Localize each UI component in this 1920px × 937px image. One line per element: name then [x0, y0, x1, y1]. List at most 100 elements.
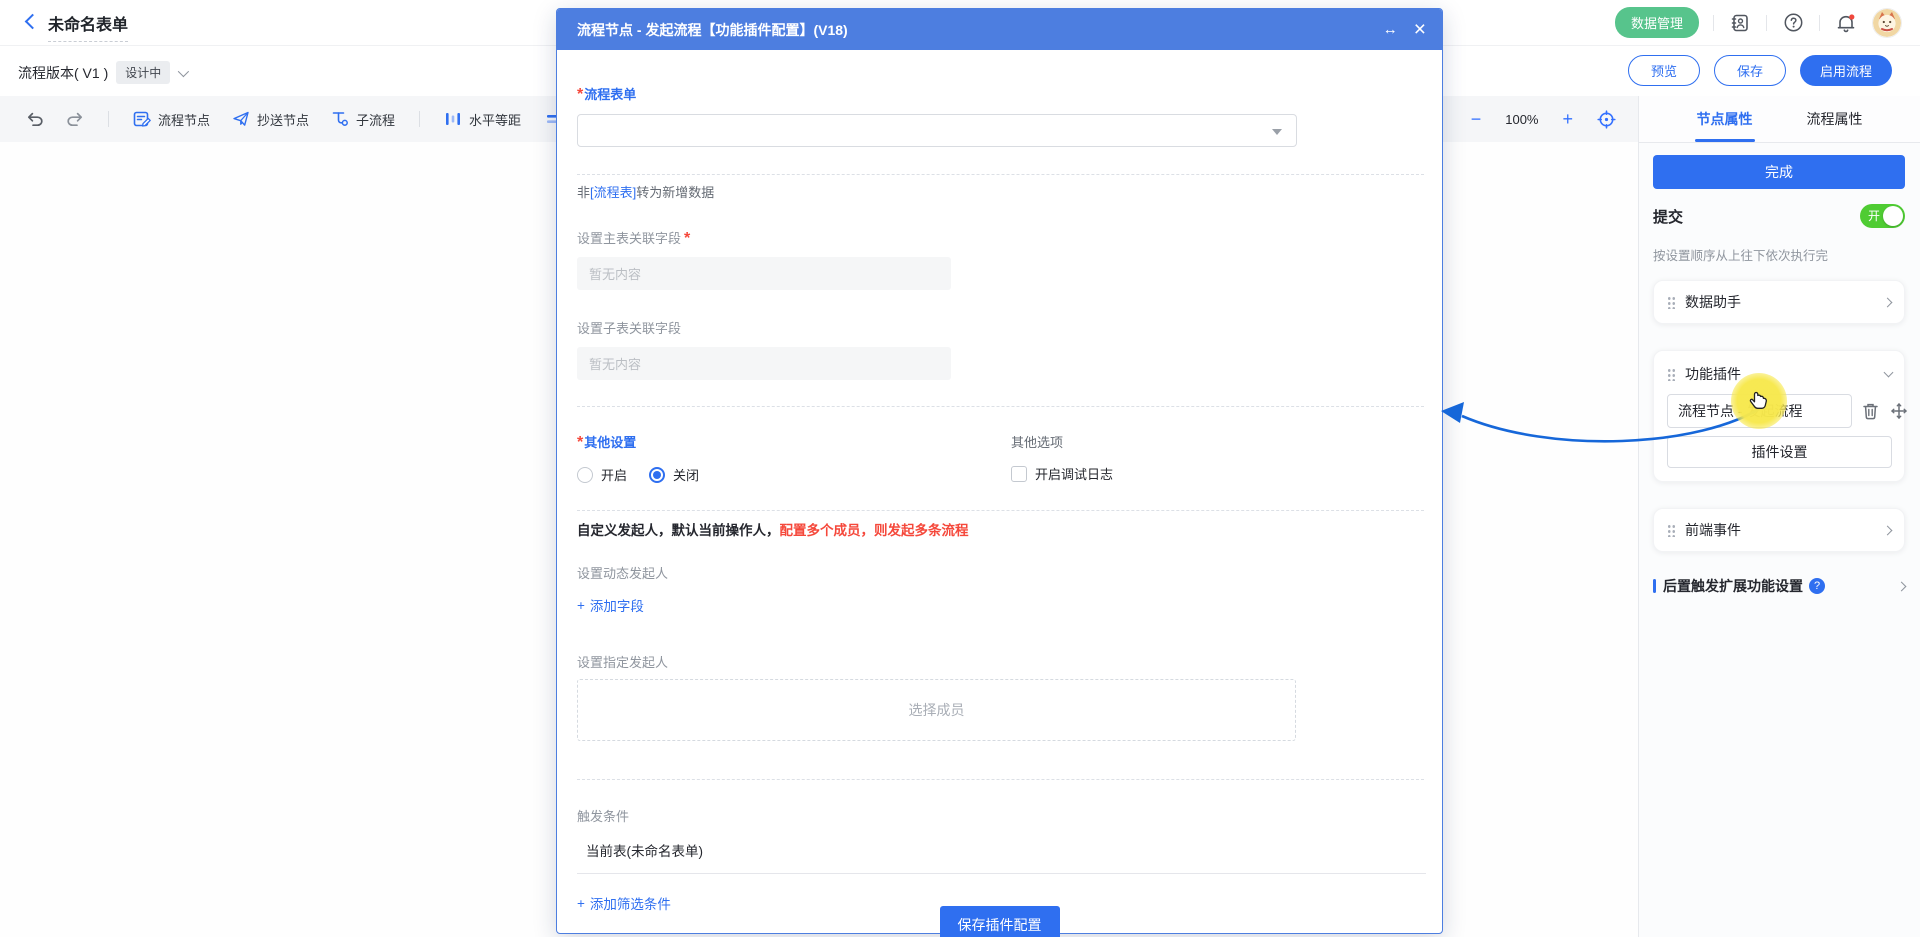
radio-open[interactable]: [577, 467, 593, 483]
add-filter-link[interactable]: + 添加筛选条件: [577, 893, 671, 913]
chevron-right-icon: [1883, 525, 1893, 535]
tab-flow-properties[interactable]: 流程属性: [1807, 96, 1863, 142]
required-asterisk: *: [577, 86, 583, 103]
data-manage-button[interactable]: 数据管理: [1615, 7, 1699, 38]
plugin-card-header[interactable]: 功能插件: [1667, 363, 1892, 385]
sub-relation-label: 设置子表关联字段: [577, 321, 681, 336]
execution-order-note: 按设置顺序从上往下依次执行完: [1653, 245, 1905, 264]
back-button[interactable]: [22, 13, 40, 31]
assigned-initiator-label: 设置指定发起人: [577, 652, 1424, 671]
required-asterisk: *: [684, 230, 690, 247]
chevron-right-icon: [1897, 581, 1907, 591]
post-trigger-settings[interactable]: 后置触发扩展功能设置 ?: [1653, 576, 1905, 596]
save-plugin-config-button[interactable]: 保存插件配置: [940, 906, 1060, 937]
modal-title: 流程节点 - 发起流程【功能插件配置】(V18): [577, 20, 1367, 40]
h-distribute-icon: [444, 110, 462, 128]
card-function-plugin: 功能插件 流程节点 - 发起流程 插件设置: [1653, 350, 1905, 482]
flow-form-label: 流程表单: [584, 87, 636, 102]
flow-form-select[interactable]: [577, 114, 1297, 147]
expand-icon[interactable]: ↔: [1383, 22, 1398, 37]
toolbar-h-distribute[interactable]: 水平等距: [438, 106, 527, 133]
locate-target-icon[interactable]: [1597, 110, 1616, 129]
plugin-settings-button[interactable]: 插件设置: [1667, 436, 1892, 468]
undo-icon: [26, 111, 44, 127]
toggle-knob: [1883, 206, 1903, 226]
divider: [108, 111, 109, 127]
modal-header[interactable]: 流程节点 - 发起流程【功能插件配置】(V18) ↔ ×: [557, 9, 1442, 50]
main-relation-field[interactable]: 暂无内容: [577, 257, 951, 290]
trigger-table-value[interactable]: 当前表(未命名表单): [577, 835, 1426, 874]
notification-bell-icon[interactable]: [1834, 11, 1858, 35]
card-frontend-events[interactable]: 前端事件: [1653, 508, 1905, 552]
chevron-down-icon[interactable]: [178, 65, 189, 76]
help-icon[interactable]: [1781, 11, 1805, 35]
cc-node-icon: [232, 110, 250, 128]
flow-table-link[interactable]: [流程表]: [590, 185, 636, 200]
move-handle-icon[interactable]: [1890, 402, 1908, 420]
toggle-on-label: 开: [1868, 209, 1880, 223]
subflow-icon: [331, 110, 349, 128]
enable-flow-button[interactable]: 启用流程: [1800, 55, 1892, 86]
toolbar-cc-node[interactable]: 抄送节点: [226, 106, 315, 133]
page-title[interactable]: 未命名表单: [48, 11, 128, 42]
dropdown-caret-icon: [1272, 129, 1282, 135]
flow-node-icon: [133, 110, 151, 128]
dashed-divider: [577, 174, 1424, 175]
help-question-icon[interactable]: ?: [1809, 578, 1825, 594]
add-field-link[interactable]: + 添加字段: [577, 595, 644, 615]
drag-handle-icon[interactable]: [1667, 524, 1676, 537]
custom-initiator-note: 自定义发起人，默认当前操作人，配置多个成员，则发起多条流程: [577, 519, 1424, 539]
plus-icon: +: [577, 598, 585, 613]
tab-node-properties[interactable]: 节点属性: [1697, 96, 1753, 142]
divider: [1766, 15, 1767, 31]
convert-note: 非[流程表]转为新增数据: [577, 182, 1424, 201]
done-button[interactable]: 完成: [1653, 155, 1905, 189]
drag-handle-icon[interactable]: [1667, 368, 1676, 381]
radio-close[interactable]: [649, 467, 665, 483]
radio-close-label[interactable]: 关闭: [673, 465, 699, 484]
other-options-label: 其他选项: [1011, 432, 1113, 451]
zoom-out-button[interactable]: −: [1471, 110, 1482, 128]
delete-trash-icon[interactable]: [1862, 402, 1880, 420]
app-root: 未命名表单 数据管理 流程版本( V1 ) 设计中: [0, 0, 1920, 937]
plugin-item[interactable]: 流程节点 - 发起流程: [1667, 394, 1852, 428]
submit-toggle[interactable]: 开: [1860, 204, 1905, 228]
plus-icon: +: [577, 896, 585, 911]
properties-panel: 节点属性 流程属性 完成 提交 开 按设置顺序从上往下依次执行完 数据助手: [1638, 96, 1920, 937]
section-bar: [1653, 579, 1656, 593]
zoom-in-button[interactable]: +: [1562, 110, 1573, 128]
required-asterisk: *: [577, 434, 583, 451]
undo-button[interactable]: [20, 107, 50, 131]
contacts-icon[interactable]: [1728, 11, 1752, 35]
main-relation-label: 设置主表关联字段: [577, 231, 681, 246]
debug-log-label[interactable]: 开启调试日志: [1035, 464, 1113, 483]
drag-handle-icon[interactable]: [1667, 296, 1676, 309]
dashed-divider: [577, 510, 1424, 511]
save-button[interactable]: 保存: [1714, 55, 1786, 86]
redo-icon: [66, 111, 84, 127]
chevron-down-icon: [1884, 368, 1894, 378]
user-avatar[interactable]: [1872, 8, 1902, 38]
sub-relation-field[interactable]: 暂无内容: [577, 347, 951, 380]
divider: [419, 111, 420, 127]
dashed-divider: [577, 779, 1424, 780]
submit-label: 提交: [1653, 206, 1683, 227]
close-icon[interactable]: ×: [1414, 19, 1426, 40]
other-settings-label: 其他设置: [584, 435, 636, 450]
debug-log-checkbox[interactable]: [1011, 466, 1027, 482]
toolbar-subflow[interactable]: 子流程: [325, 106, 401, 133]
redo-button[interactable]: [60, 107, 90, 131]
trigger-condition-label: 触发条件: [577, 806, 1424, 825]
dashed-divider: [577, 406, 1424, 407]
card-data-helper[interactable]: 数据助手: [1653, 280, 1905, 324]
zoom-level: 100%: [1505, 112, 1538, 127]
divider: [1713, 15, 1714, 31]
dynamic-initiator-label: 设置动态发起人: [577, 563, 1424, 582]
preview-button[interactable]: 预览: [1628, 55, 1700, 86]
toolbar-flow-node[interactable]: 流程节点: [127, 106, 216, 133]
divider: [1819, 15, 1820, 31]
flow-version-label: 流程版本( V1 ): [18, 63, 108, 83]
status-badge: 设计中: [116, 61, 170, 84]
select-member-box[interactable]: 选择成员: [577, 679, 1296, 741]
radio-open-label[interactable]: 开启: [601, 465, 627, 484]
